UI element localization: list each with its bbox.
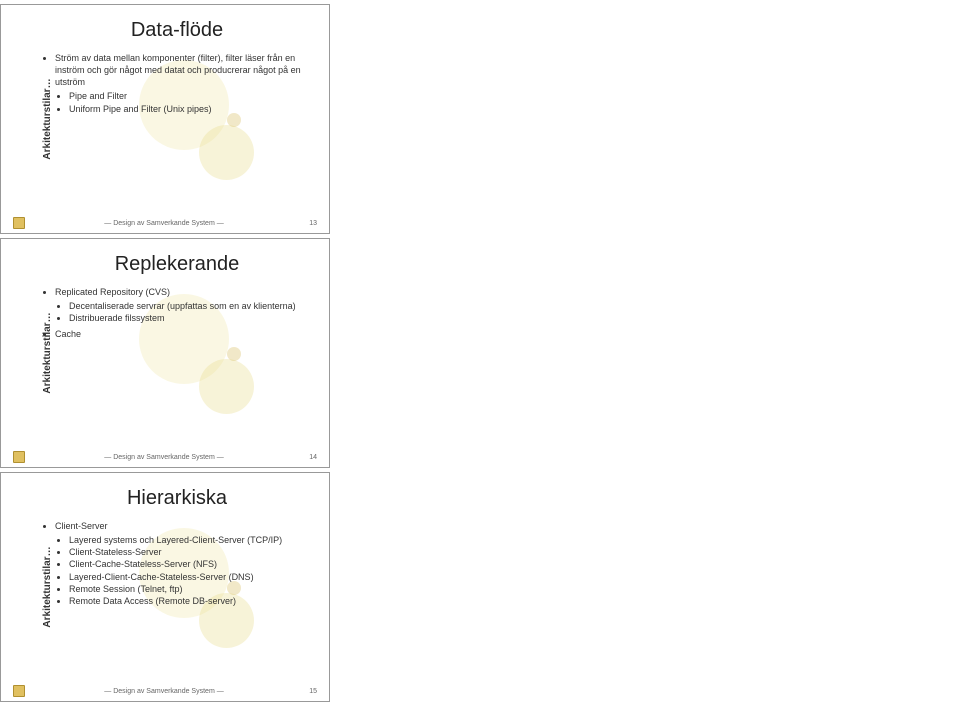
bullet-text: Pipe and Filter <box>69 91 127 101</box>
list-item: Replicated Repository (CVS) Decentaliser… <box>55 286 313 324</box>
list-item: Layered systems och Layered-Client-Serve… <box>69 534 313 546</box>
list-item: Client-Cache-Stateless-Server (NFS) <box>69 558 313 570</box>
slide: Arkitekturstilar… Data-flöde Ström av da… <box>0 4 330 234</box>
bullet-list: Ström av data mellan komponenter (filter… <box>41 52 313 115</box>
bullet-list: Replicated Repository (CVS) Decentaliser… <box>41 286 313 341</box>
slide: Arkitekturstilar… Replekerande Replicate… <box>0 238 330 468</box>
bullet-list: Client-Server Layered systems och Layere… <box>41 520 313 607</box>
slide: Arkitekturstilar… Hierarkiska Client-Ser… <box>0 472 330 702</box>
list-item: Decentaliserade servrar (uppfattas som e… <box>69 300 313 312</box>
list-item: Uniform Pipe and Filter (Unix pipes) <box>69 103 313 115</box>
list-item: Remote Session (Telnet, ftp) <box>69 583 313 595</box>
bullet-text: Uniform Pipe and Filter (Unix pipes) <box>69 104 212 114</box>
slide-title: Data-flöde <box>41 19 313 42</box>
bullet-text: Cache <box>55 329 81 339</box>
bullet-text: Client-Cache-Stateless-Server (NFS) <box>69 559 217 569</box>
slide-title: Replekerande <box>41 253 313 276</box>
list-item: Distribuerade filssystem <box>69 312 313 324</box>
sidebar-label: Arkitekturstilar… <box>42 312 53 393</box>
bullet-text: Distribuerade filssystem <box>69 313 165 323</box>
list-item: Remote Data Access (Remote DB-server) <box>69 595 313 607</box>
list-item: Ström av data mellan komponenter (filter… <box>55 52 313 115</box>
list-item: Layered-Client-Cache-Stateless-Server (D… <box>69 571 313 583</box>
sidebar-label: Arkitekturstilar… <box>42 78 53 159</box>
list-item: Cache <box>55 328 313 340</box>
bullet-text: Replicated Repository (CVS) <box>55 287 170 297</box>
bullet-text: Remote Data Access (Remote DB-server) <box>69 596 236 606</box>
bullet-text: Decentaliserade servrar (uppfattas som e… <box>69 301 296 311</box>
bullet-text: Remote Session (Telnet, ftp) <box>69 584 183 594</box>
list-item: Client-Server Layered systems och Layere… <box>55 520 313 607</box>
slide-title: Hierarkiska <box>41 487 313 510</box>
bullet-text: Ström av data mellan komponenter (filter… <box>55 53 301 87</box>
bullet-text: Layered systems och Layered-Client-Serve… <box>69 535 282 545</box>
list-item: Pipe and Filter <box>69 90 313 102</box>
bullet-text: Layered-Client-Cache-Stateless-Server (D… <box>69 572 254 582</box>
bullet-text: Client-Server <box>55 521 108 531</box>
sidebar-label: Arkitekturstilar… <box>42 546 53 627</box>
list-item: Client-Stateless-Server <box>69 546 313 558</box>
bullet-text: Client-Stateless-Server <box>69 547 162 557</box>
